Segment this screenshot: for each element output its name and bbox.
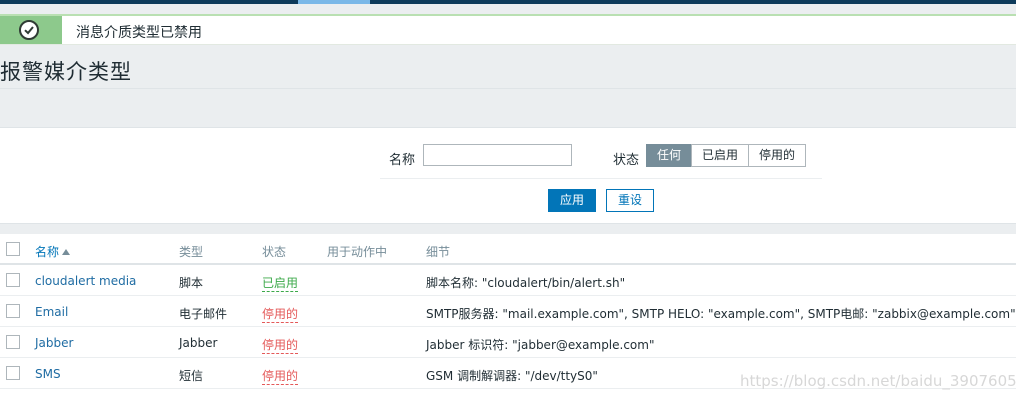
reset-button[interactable]: 重设 (606, 189, 654, 212)
filter-status-label: 状态 (613, 153, 640, 168)
status-toggle-enabled[interactable]: 已启用 (262, 274, 299, 292)
status-option-disabled[interactable]: 停用的 (748, 144, 807, 167)
media-details: GSM 调制解调器: "/dev/ttyS0" (426, 369, 598, 383)
media-name-link[interactable]: Email (35, 305, 68, 319)
watermark: https://blog.csdn.net/baidu_39076057 (740, 372, 1016, 390)
column-name-sort[interactable]: 名称 (35, 243, 71, 260)
column-details: 细节 (426, 245, 451, 259)
top-nav-active-indicator (298, 0, 370, 4)
filter-panel: 名称 状态 任何 已启用 停用的 应用 重设 (0, 128, 1016, 224)
table-row: Jabber Jabber 停用的 Jabber 标识符: "jabber@ex… (0, 327, 1016, 358)
select-all-checkbox[interactable] (6, 242, 20, 256)
media-details: 脚本名称: "cloudalert/bin/alert.sh" (426, 276, 626, 290)
media-type: 电子邮件 (179, 307, 228, 321)
success-icon-box (0, 16, 62, 44)
row-checkbox[interactable] (6, 273, 20, 287)
table-row: Email 电子邮件 停用的 SMTP服务器: "mail.example.co… (0, 296, 1016, 327)
page-title: 报警媒介类型 (0, 60, 132, 84)
filter-name-input[interactable] (423, 144, 572, 166)
check-circle-icon (19, 20, 39, 40)
column-name-label: 名称 (35, 245, 60, 259)
media-details: SMTP服务器: "mail.example.com", SMTP HELO: … (426, 307, 1016, 321)
status-toggle-disabled[interactable]: 停用的 (262, 305, 299, 323)
media-name-link[interactable]: SMS (35, 367, 61, 381)
top-nav-bar (0, 0, 1016, 4)
media-name-link[interactable]: Jabber (35, 336, 73, 350)
success-message: 消息介质类型已禁用 (0, 14, 1016, 45)
media-type: 脚本 (179, 276, 204, 290)
row-checkbox[interactable] (6, 335, 20, 349)
apply-button[interactable]: 应用 (548, 189, 596, 212)
filter-divider (380, 178, 822, 179)
sort-asc-icon (62, 249, 71, 255)
status-option-any[interactable]: 任何 (646, 144, 693, 167)
column-used-in-actions: 用于动作中 (327, 245, 388, 259)
status-option-enabled[interactable]: 已启用 (691, 144, 750, 167)
media-name-link[interactable]: cloudalert media (35, 274, 136, 288)
status-toggle-disabled[interactable]: 停用的 (262, 367, 299, 385)
table-row: cloudalert media 脚本 已启用 脚本名称: "cloudaler… (0, 265, 1016, 296)
filter-status-segmented: 任何 已启用 停用的 (646, 144, 807, 167)
table-header-row: 名称 类型 状态 用于动作中 细节 (0, 234, 1016, 265)
row-checkbox[interactable] (6, 304, 20, 318)
column-type: 类型 (179, 245, 204, 259)
filter-tab-strip (0, 88, 1016, 128)
filter-name-label: 名称 (389, 153, 416, 168)
media-type: 短信 (179, 369, 204, 383)
status-toggle-disabled[interactable]: 停用的 (262, 336, 299, 354)
message-text: 消息介质类型已禁用 (76, 25, 202, 41)
media-details: Jabber 标识符: "jabber@example.com" (426, 338, 655, 352)
row-checkbox[interactable] (6, 366, 20, 380)
column-status: 状态 (262, 245, 287, 259)
media-type: Jabber (179, 336, 218, 350)
